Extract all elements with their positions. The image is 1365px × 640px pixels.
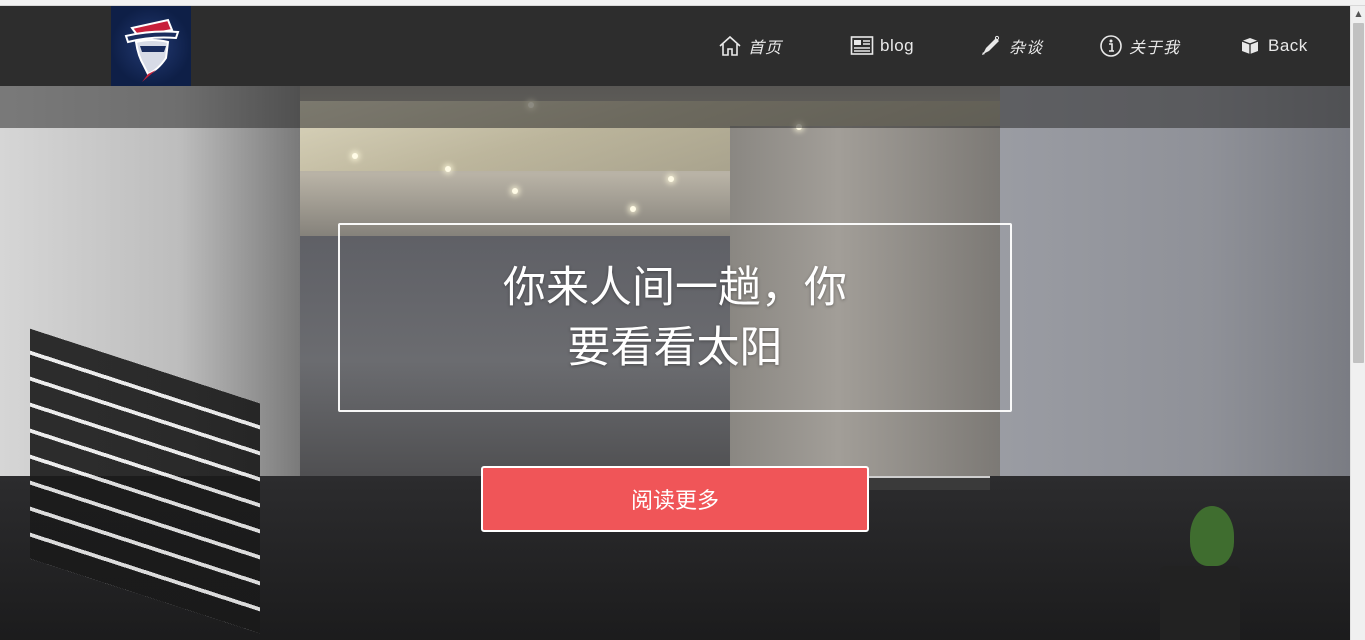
ceiling-light [352,153,358,159]
header-translucent-band [0,86,1350,128]
nav-item-home[interactable]: 首页 [718,6,782,86]
scrollbar-thumb[interactable] [1353,23,1364,363]
home-icon [718,34,742,58]
nav-label: 首页 [748,38,783,57]
hero-headline: 你来人间一趟，你要看看太阳 [503,262,847,373]
ceiling-light [445,166,451,172]
ceiling-light [512,188,518,194]
nav-item-about[interactable]: 关于我 [1099,6,1180,86]
scene-dining-table [860,476,990,490]
nav-item-back[interactable]: Back [1238,6,1308,86]
pen-icon [979,34,1003,58]
scene-plant [1190,506,1234,566]
site-logo[interactable] [111,6,191,86]
nav-label: 杂谈 [1009,38,1044,57]
masked-bandit-logo-icon [124,18,180,82]
nav-label: blog [880,36,915,55]
nav-item-blog[interactable]: blog [850,6,914,86]
scroll-up-arrow-icon[interactable]: ▲ [1351,6,1365,21]
nav-item-essays[interactable]: 杂谈 [979,6,1043,86]
page-scrollbar[interactable]: ▲ [1350,6,1365,640]
ceiling-light [668,176,674,182]
scene-vase [1160,566,1240,640]
nav-label: 关于我 [1129,38,1181,57]
ceiling-light [630,206,636,212]
info-icon [1099,34,1123,58]
box-icon [1238,34,1262,58]
newspaper-icon [850,34,874,58]
hero-headline-frame: 你来人间一趟，你要看看太阳 [338,223,1012,412]
read-more-button[interactable]: 阅读更多 [481,466,869,532]
nav-label: Back [1268,36,1308,55]
